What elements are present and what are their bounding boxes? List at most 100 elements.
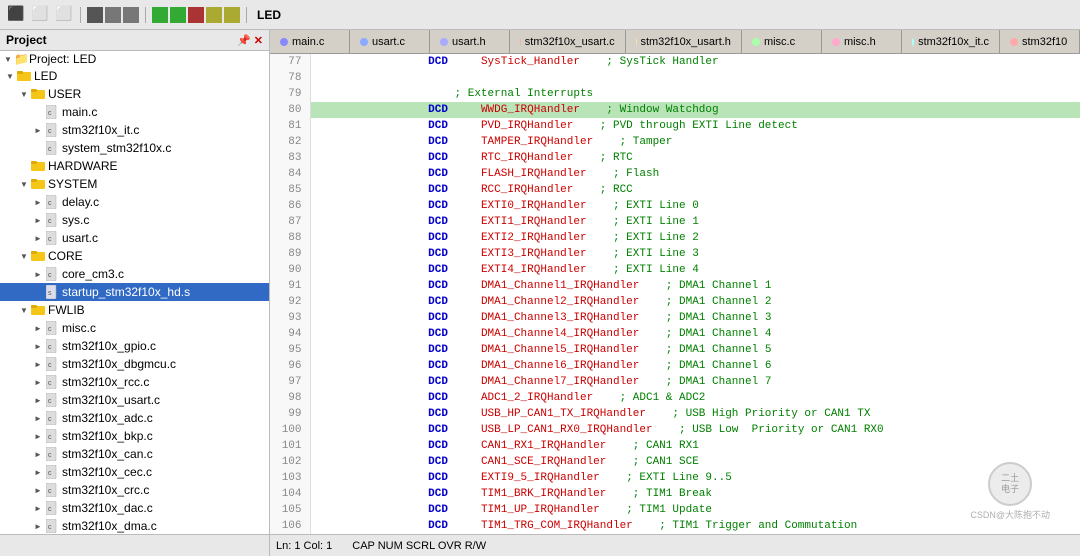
- tab-stm32f10x_it_c[interactable]: stm32f10x_it.c: [902, 30, 1000, 53]
- svg-text:c: c: [48, 236, 52, 243]
- code-row: 91 DCD DMA1_Channel1_IRQHandler ; DMA1 C…: [270, 278, 1080, 294]
- tree-arrow-icon: ▼: [18, 304, 30, 316]
- code-row: 99 DCD USB_HP_CAN1_TX_IRQHandler ; USB H…: [270, 406, 1080, 422]
- tab-main_c[interactable]: main.c: [270, 30, 350, 53]
- tree-item[interactable]: ▼CORE: [0, 247, 269, 265]
- tree-item[interactable]: cmain.c: [0, 103, 269, 121]
- tree-project-root[interactable]: ▼ 📁 Project: LED: [0, 51, 269, 67]
- tree-item-label: stm32f10x_bkp.c: [62, 429, 153, 443]
- tree-item[interactable]: ▼ LED: [0, 67, 269, 85]
- tree-item[interactable]: ►cstm32f10x_dma.c: [0, 517, 269, 534]
- sidebar: Project 📌 ✕ ▼ 📁 Project: LED ▼LED▼USER c…: [0, 30, 270, 556]
- code-row: 89 DCD EXTI3_IRQHandler ; EXTI Line 3: [270, 246, 1080, 262]
- tree-item[interactable]: ►cstm32f10x_rcc.c: [0, 373, 269, 391]
- toolbar-open-icon[interactable]: [105, 7, 121, 23]
- tree-arrow-icon: [32, 142, 44, 154]
- tree-arrow-icon: ►: [32, 232, 44, 244]
- tree-item-label: stm32f10x_rcc.c: [62, 375, 149, 389]
- code-cell: DCD EXTI2_IRQHandler ; EXTI Line 2: [310, 230, 1080, 246]
- tree-arrow-icon: ►: [32, 340, 44, 352]
- tree-item-label: stm32f10x_can.c: [62, 447, 153, 461]
- toolbar-icon-1[interactable]: ⬛: [6, 5, 26, 25]
- status-position: Ln: 1 Col: 1: [276, 540, 332, 552]
- tree-item[interactable]: ►cstm32f10x_can.c: [0, 445, 269, 463]
- svg-text:c: c: [48, 218, 52, 225]
- tree-item[interactable]: ►cstm32f10x_dac.c: [0, 499, 269, 517]
- tree-arrow-icon: ►: [32, 412, 44, 424]
- tree-item[interactable]: ►cdelay.c: [0, 193, 269, 211]
- line-number: 83: [270, 150, 310, 166]
- code-row: 84 DCD FLASH_IRQHandler ; Flash: [270, 166, 1080, 182]
- code-row: 81 DCD PVD_IRQHandler ; PVD through EXTI…: [270, 118, 1080, 134]
- line-number: 92: [270, 294, 310, 310]
- tree-item[interactable]: ►cstm32f10x_bkp.c: [0, 427, 269, 445]
- tree-item[interactable]: ►ccore_cm3.c: [0, 265, 269, 283]
- tree-item[interactable]: ►csys.c: [0, 211, 269, 229]
- editor-area: main.cusart.cusart.hstm32f10x_usart.cstm…: [270, 30, 1080, 556]
- tree-item[interactable]: ►cstm32f10x_adc.c: [0, 409, 269, 427]
- tree-arrow-icon: ►: [32, 484, 44, 496]
- code-row: 95 DCD DMA1_Channel5_IRQHandler ; DMA1 C…: [270, 342, 1080, 358]
- tree-item-label: HARDWARE: [48, 159, 118, 173]
- tree-item[interactable]: sstartup_stm32f10x_hd.s: [0, 283, 269, 301]
- watermark-circle: 二土电子: [988, 462, 1032, 506]
- tree-item[interactable]: ▼SYSTEM: [0, 175, 269, 193]
- tab-misc_h[interactable]: misc.h: [822, 30, 902, 53]
- tab-misc_c[interactable]: misc.c: [742, 30, 822, 53]
- tree-item[interactable]: ►cstm32f10x_it.c: [0, 121, 269, 139]
- tree-item[interactable]: csystem_stm32f10x.c: [0, 139, 269, 157]
- code-content[interactable]: 77 DCD SysTick_Handler ; SysTick Handler…: [270, 54, 1080, 534]
- tree-item[interactable]: ►cstm32f10x_usart.c: [0, 391, 269, 409]
- file-c-icon: c: [44, 482, 60, 498]
- code-row: 98 DCD ADC1_2_IRQHandler ; ADC1 & ADC2: [270, 390, 1080, 406]
- tab-stm32f10[interactable]: stm32f10: [1000, 30, 1080, 53]
- toolbar-save-icon[interactable]: [123, 7, 139, 23]
- toolbar-debug-icon[interactable]: [206, 7, 222, 23]
- code-cell: DCD RCC_IRQHandler ; RCC: [310, 182, 1080, 198]
- tree-item-label: main.c: [62, 105, 97, 119]
- toolbar-flash-icon[interactable]: [224, 7, 240, 23]
- tree-item[interactable]: ▼USER: [0, 85, 269, 103]
- tree-arrow-icon: ►: [32, 466, 44, 478]
- tree-item[interactable]: HARDWARE: [0, 157, 269, 175]
- tab-stm32f10x_usart_c[interactable]: stm32f10x_usart.c: [510, 30, 626, 53]
- tree-item-label: startup_stm32f10x_hd.s: [62, 285, 190, 299]
- toolbar-stop-icon[interactable]: [188, 7, 204, 23]
- tab-usart_h[interactable]: usart.h: [430, 30, 510, 53]
- toolbar-rebuild-icon[interactable]: [170, 7, 186, 23]
- tree-item[interactable]: ▼FWLIB: [0, 301, 269, 319]
- tree-item-label: CORE: [48, 249, 83, 263]
- folder-icon: [30, 248, 46, 264]
- line-number: 81: [270, 118, 310, 134]
- file-c-icon: c: [44, 374, 60, 390]
- tab-dot-icon: [912, 38, 914, 46]
- tree-item[interactable]: ►cusart.c: [0, 229, 269, 247]
- tree-item[interactable]: ►cstm32f10x_dbgmcu.c: [0, 355, 269, 373]
- tab-stm32f10x_usart_h[interactable]: stm32f10x_usart.h: [626, 30, 742, 53]
- code-cell: DCD CAN1_SCE_IRQHandler ; CAN1 SCE: [310, 454, 1080, 470]
- tree-item[interactable]: ►cstm32f10x_cec.c: [0, 463, 269, 481]
- sidebar-pin-icon[interactable]: 📌: [237, 34, 251, 47]
- tab-label: stm32f10: [1022, 36, 1067, 48]
- toolbar-build-icon[interactable]: [152, 7, 168, 23]
- tree-item-label: LED: [34, 69, 57, 83]
- watermark-text: CSDN@大陈抱不动: [970, 508, 1050, 521]
- sidebar-close-icon[interactable]: ✕: [254, 34, 263, 47]
- tab-usart_c[interactable]: usart.c: [350, 30, 430, 53]
- line-number: 94: [270, 326, 310, 342]
- code-cell: DCD EXTI3_IRQHandler ; EXTI Line 3: [310, 246, 1080, 262]
- code-row: 85 DCD RCC_IRQHandler ; RCC: [270, 182, 1080, 198]
- tree-item-label: stm32f10x_adc.c: [62, 411, 153, 425]
- toolbar-new-icon[interactable]: [87, 7, 103, 23]
- tree-item[interactable]: ►cmisc.c: [0, 319, 269, 337]
- project-arrow-icon: ▼: [2, 53, 14, 65]
- tree-arrow-icon: ▼: [4, 70, 16, 82]
- toolbar-icon-2[interactable]: ⬜: [30, 5, 50, 25]
- file-c-icon: c: [44, 428, 60, 444]
- toolbar-icon-3[interactable]: ⬜: [54, 5, 74, 25]
- tree-arrow-icon: ►: [32, 322, 44, 334]
- tree-item[interactable]: ►cstm32f10x_crc.c: [0, 481, 269, 499]
- folder-icon: [30, 176, 46, 192]
- tree-item[interactable]: ►cstm32f10x_gpio.c: [0, 337, 269, 355]
- tree-item-label: USER: [48, 87, 81, 101]
